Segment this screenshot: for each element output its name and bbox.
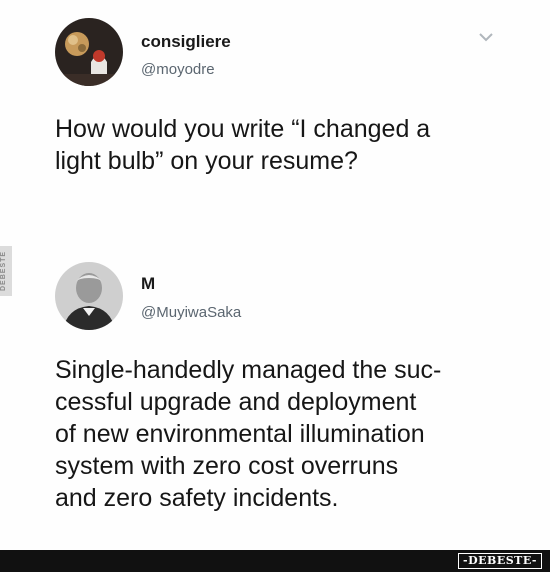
tweet-text: How would you write “I changed a light b…: [55, 115, 431, 175]
tweet-author-name[interactable]: consigliere: [141, 32, 231, 52]
reply-author-handle[interactable]: @MuyiwaSaka: [141, 304, 241, 321]
chevron-down-icon[interactable]: [478, 30, 494, 42]
side-watermark: DEBESTE: [0, 246, 12, 296]
reply-text: Single-handedly managed the suc- cessful…: [55, 356, 442, 512]
avatar-image: [55, 18, 123, 86]
tweet-author-handle[interactable]: @moyodre: [141, 61, 215, 78]
bottom-bar: -DEBESTE-: [0, 550, 550, 572]
reply-author-name[interactable]: M: [141, 274, 155, 294]
consigliere-avatar[interactable]: [55, 18, 123, 86]
reply-author-avatar[interactable]: [55, 262, 123, 330]
avatar-image: [55, 262, 123, 330]
screenshot-page: consigliere @moyodre How would you write…: [0, 0, 550, 572]
watermark-badge: -DEBESTE-: [458, 553, 542, 569]
